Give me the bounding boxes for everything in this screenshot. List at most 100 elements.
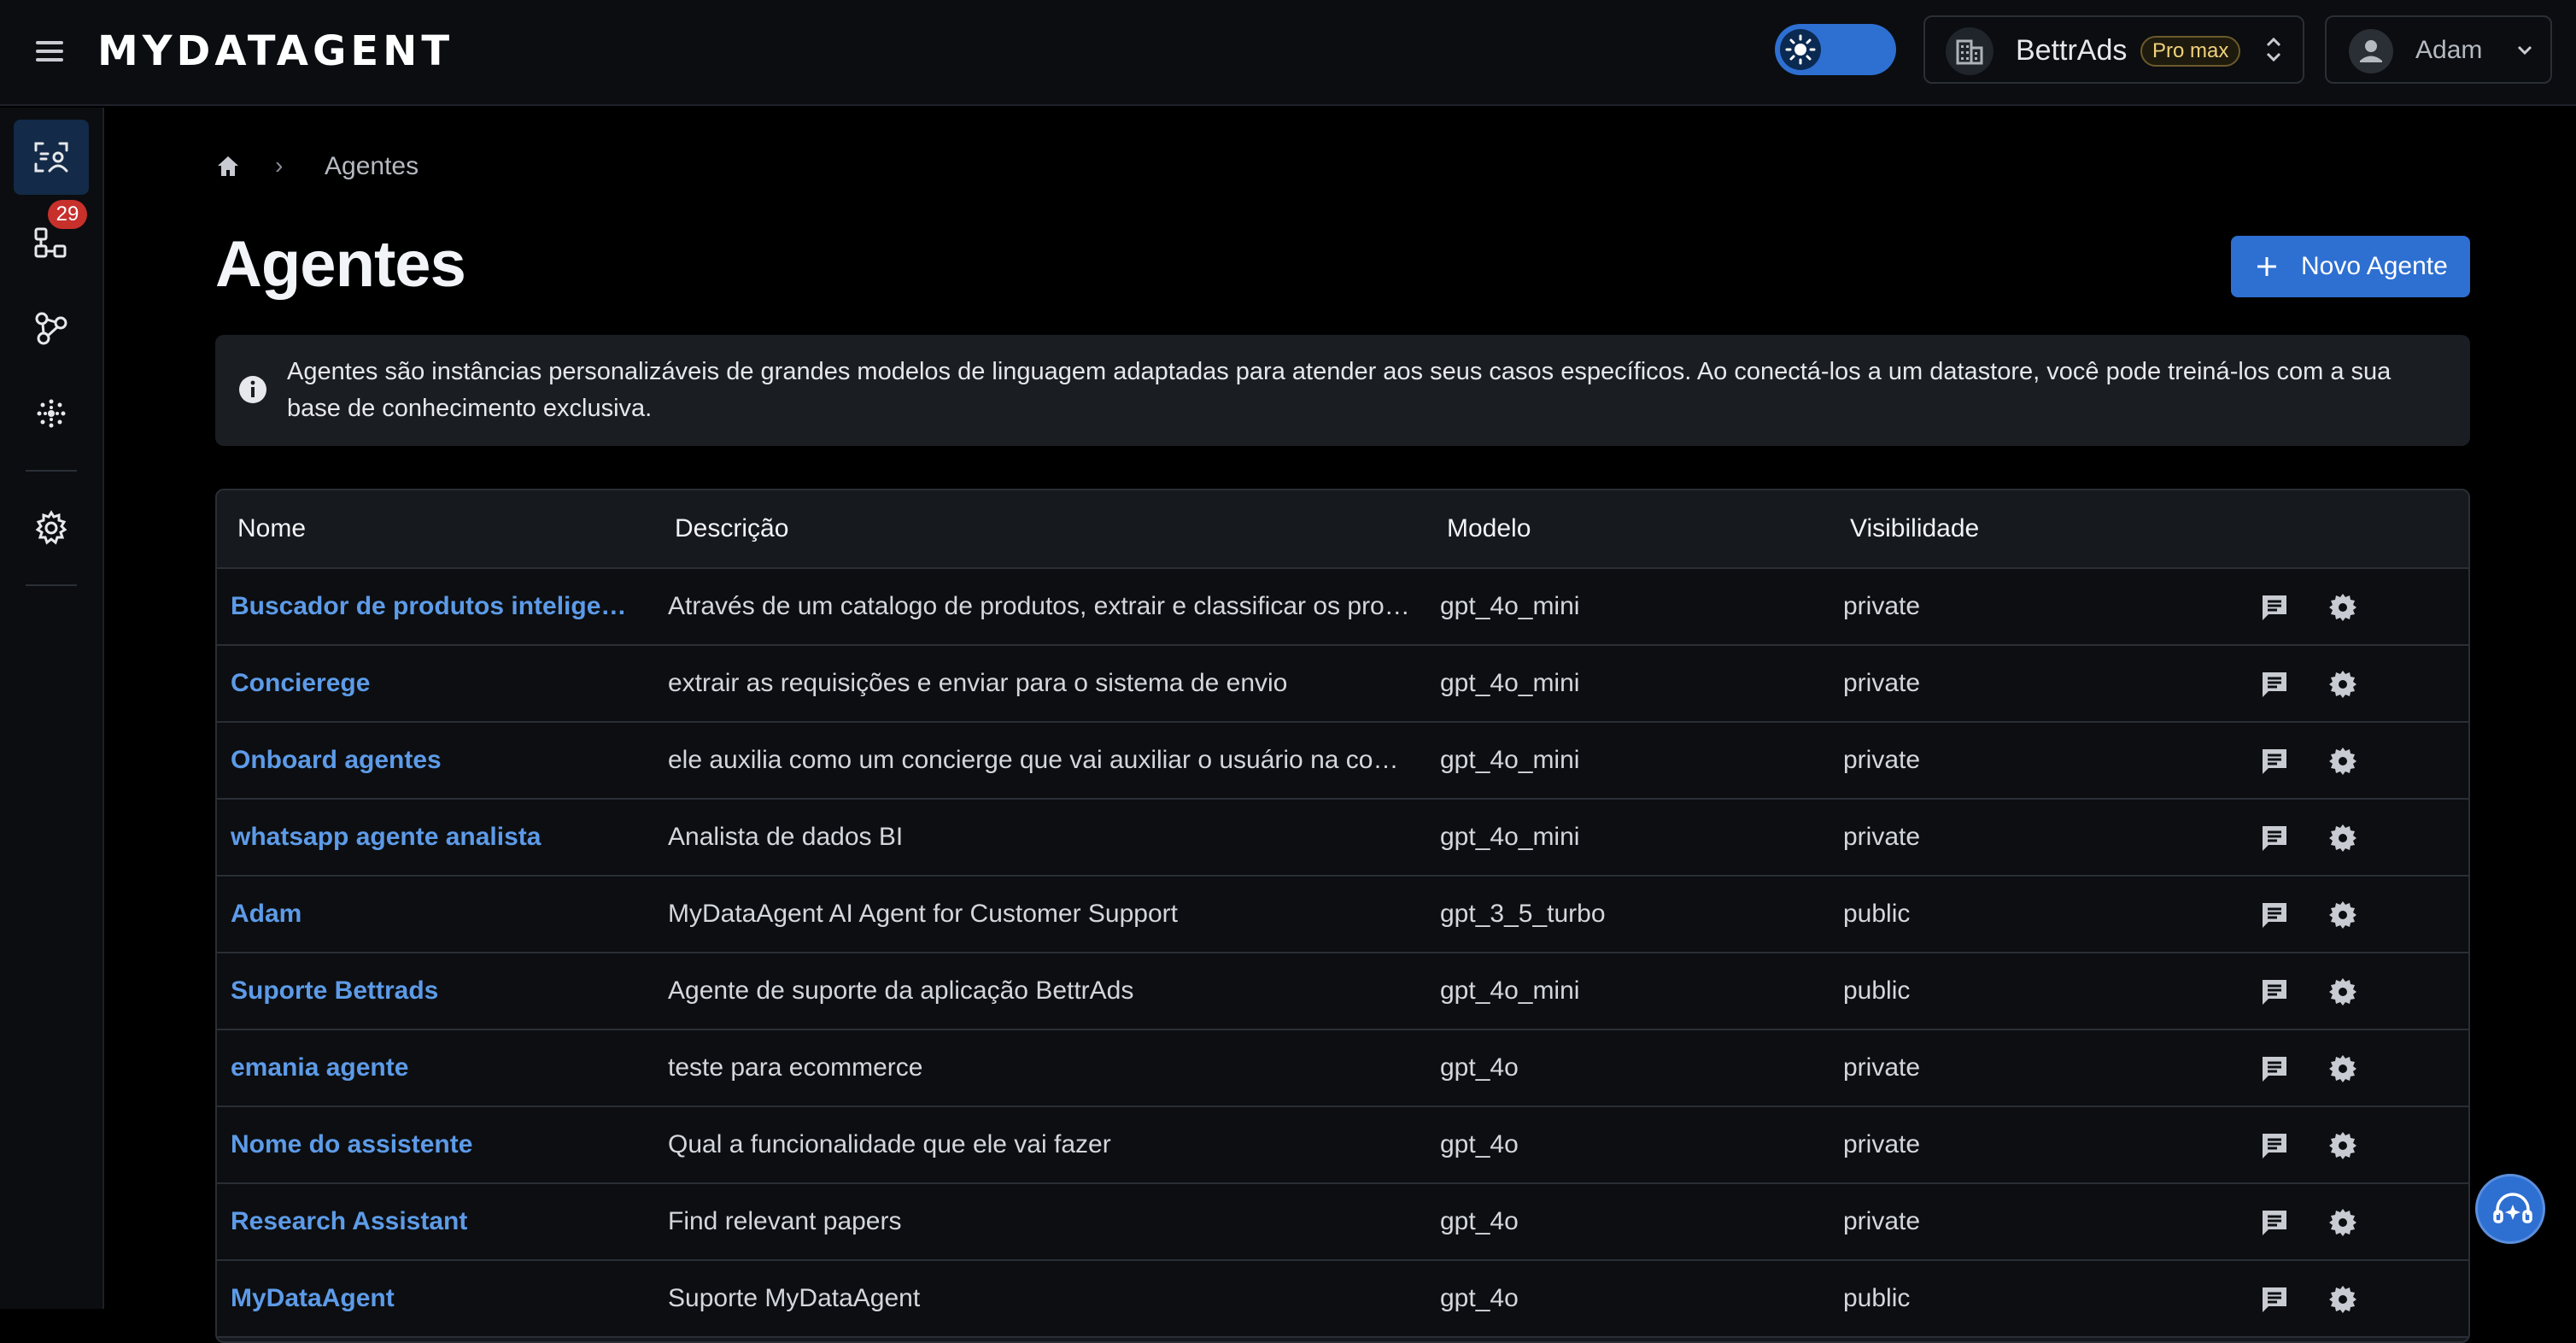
column-header-description[interactable]: Descrição bbox=[675, 514, 788, 543]
unfold-icon bbox=[2266, 37, 2281, 62]
chat-icon[interactable] bbox=[2258, 899, 2291, 931]
new-agent-label: Novo Agente bbox=[2301, 252, 2448, 280]
agent-name-link[interactable]: Onboard agentes bbox=[231, 746, 641, 775]
menu-icon[interactable] bbox=[32, 34, 70, 72]
agent-description: teste para ecommerce bbox=[668, 1053, 923, 1082]
info-icon bbox=[239, 376, 266, 403]
info-text: Agentes são instâncias personalizáveis d… bbox=[287, 358, 2392, 422]
agent-model: gpt_4o bbox=[1440, 1207, 1519, 1235]
chat-icon[interactable] bbox=[2258, 822, 2291, 854]
column-header-visibility[interactable]: Visibilidade bbox=[1850, 514, 1979, 543]
table-row[interactable]: Suporte Bettrads Agente de suporte da apl… bbox=[217, 953, 2468, 1030]
gear-icon[interactable] bbox=[2327, 899, 2359, 931]
agent-name-link[interactable]: Suporte Bettrads bbox=[231, 976, 641, 1006]
agent-name-link[interactable]: Concierege bbox=[231, 669, 641, 698]
agent-name-link[interactable]: Research Assistant bbox=[231, 1207, 641, 1236]
agent-visibility: private bbox=[1843, 1053, 1921, 1082]
agent-visibility: private bbox=[1843, 823, 1921, 851]
column-header-model[interactable]: Modelo bbox=[1447, 514, 1531, 543]
chat-icon[interactable] bbox=[2258, 668, 2291, 701]
plus-icon bbox=[2257, 257, 2276, 276]
user-menu[interactable]: Adam bbox=[2325, 15, 2552, 84]
table-row[interactable]: Adam MyDataAgent AI Agent for Customer Su… bbox=[217, 877, 2468, 953]
agent-description: Qual a funcionalidade que ele vai fazer bbox=[668, 1130, 1111, 1158]
sidebar-divider bbox=[26, 470, 77, 472]
table-row[interactable]: whatsapp agente analista Analista de dado… bbox=[217, 800, 2468, 877]
app-logo[interactable]: MYDATAGENT bbox=[97, 26, 454, 77]
theme-toggle[interactable] bbox=[1775, 24, 1896, 75]
chat-icon[interactable] bbox=[2258, 1053, 2291, 1085]
gear-icon[interactable] bbox=[2327, 591, 2359, 624]
chat-icon[interactable] bbox=[2258, 745, 2291, 777]
table-row[interactable]: MyDataAgent Suporte MyDataAgent gpt_4o publ… bbox=[217, 1261, 2468, 1338]
chevron-down-icon bbox=[2517, 45, 2532, 56]
agent-visibility: public bbox=[1843, 900, 1911, 928]
table-header: Nome Descrição Modelo Visibilidade bbox=[217, 490, 2468, 569]
gear-icon[interactable] bbox=[2327, 1129, 2359, 1162]
agent-description: Agente de suporte da aplicação BettrAds bbox=[668, 976, 1134, 1005]
breadcrumb-current: Agentes bbox=[325, 152, 419, 180]
gear-icon[interactable] bbox=[2327, 822, 2359, 854]
gear-icon[interactable] bbox=[2327, 745, 2359, 777]
gear-icon[interactable] bbox=[2327, 1053, 2359, 1085]
agent-icon bbox=[34, 142, 68, 173]
avatar bbox=[2349, 29, 2393, 73]
sidebar-item-datastores[interactable]: 29 bbox=[14, 200, 89, 280]
chat-icon[interactable] bbox=[2258, 1206, 2291, 1239]
agent-description: Através de um catalogo de produtos, extr… bbox=[668, 592, 1411, 620]
column-header-name[interactable]: Nome bbox=[237, 514, 306, 543]
agent-model: gpt_4o_mini bbox=[1440, 823, 1580, 851]
gear-icon[interactable] bbox=[2327, 668, 2359, 701]
chat-icon[interactable] bbox=[2258, 1129, 2291, 1162]
organization-switcher[interactable]: BettrAds Pro max bbox=[1923, 15, 2304, 84]
table-row[interactable]: Research Assistant Find relevant papers gp… bbox=[217, 1184, 2468, 1261]
sidebar-item-integrations[interactable] bbox=[14, 290, 89, 366]
top-bar: MYDATAGENT BettrAds Pro max Adam bbox=[0, 0, 2576, 106]
sidebar-divider bbox=[26, 584, 77, 586]
sidebar-item-ai-tools[interactable] bbox=[14, 376, 89, 451]
agent-name-link[interactable]: Nome do assistente bbox=[231, 1130, 641, 1159]
agent-description: Find relevant papers bbox=[668, 1207, 902, 1235]
chat-icon[interactable] bbox=[2258, 976, 2291, 1008]
agent-visibility: private bbox=[1843, 746, 1921, 774]
sidebar-item-agents[interactable] bbox=[14, 120, 89, 195]
info-alert: Agentes são instâncias personalizáveis d… bbox=[215, 335, 2470, 446]
table-row[interactable]: emania agente teste para ecommerce gpt_4o p… bbox=[217, 1030, 2468, 1107]
agent-description: extrair as requisições e enviar para o s… bbox=[668, 669, 1288, 697]
agent-visibility: private bbox=[1843, 1207, 1921, 1235]
breadcrumb-separator: › bbox=[275, 152, 284, 179]
agent-description: Analista de dados BI bbox=[668, 823, 904, 851]
table-row[interactable]: Nome do assistente Qual a funcionalidade … bbox=[217, 1107, 2468, 1184]
gear-icon[interactable] bbox=[2327, 1206, 2359, 1239]
agent-model: gpt_4o_mini bbox=[1440, 976, 1580, 1005]
agent-name-link[interactable]: whatsapp agente analista bbox=[231, 823, 641, 852]
table-row[interactable]: Buscador de produtos inteligentes Através… bbox=[217, 569, 2468, 646]
agent-name-link[interactable]: emania agente bbox=[231, 1053, 641, 1082]
home-icon[interactable] bbox=[215, 154, 241, 179]
sidebar-item-settings[interactable] bbox=[14, 490, 89, 566]
table-row[interactable]: Concierege extrair as requisições e envia… bbox=[217, 646, 2468, 723]
help-chat-button[interactable] bbox=[2475, 1174, 2545, 1244]
agent-description: MyDataAgent AI Agent for Customer Suppor… bbox=[668, 900, 1178, 928]
agent-name-link[interactable]: Adam bbox=[231, 900, 641, 929]
gear-icon bbox=[35, 510, 67, 545]
gear-icon[interactable] bbox=[2327, 1283, 2359, 1316]
notification-badge: 29 bbox=[48, 200, 87, 229]
ai-icon bbox=[37, 399, 66, 428]
agent-model: gpt_4o_mini bbox=[1440, 592, 1580, 620]
plan-badge: Pro max bbox=[2140, 36, 2241, 67]
agent-visibility: private bbox=[1843, 592, 1921, 620]
agent-name-link[interactable]: Buscador de produtos inteligentes bbox=[231, 592, 641, 621]
chat-icon[interactable] bbox=[2258, 591, 2291, 624]
agents-table: Nome Descrição Modelo Visibilidade Busca… bbox=[215, 489, 2470, 1343]
agent-model: gpt_4o bbox=[1440, 1053, 1519, 1082]
building-icon bbox=[1946, 27, 1993, 75]
new-agent-button[interactable]: Novo Agente bbox=[2231, 236, 2470, 297]
agent-visibility: private bbox=[1843, 669, 1921, 697]
table-row[interactable]: Onboard agentes ele auxilia como um conci… bbox=[217, 723, 2468, 800]
chat-icon[interactable] bbox=[2258, 1283, 2291, 1316]
gear-icon[interactable] bbox=[2327, 976, 2359, 1008]
integrations-icon bbox=[35, 312, 67, 345]
user-name: Adam bbox=[2415, 36, 2483, 64]
sidebar: 29 bbox=[0, 108, 104, 1309]
